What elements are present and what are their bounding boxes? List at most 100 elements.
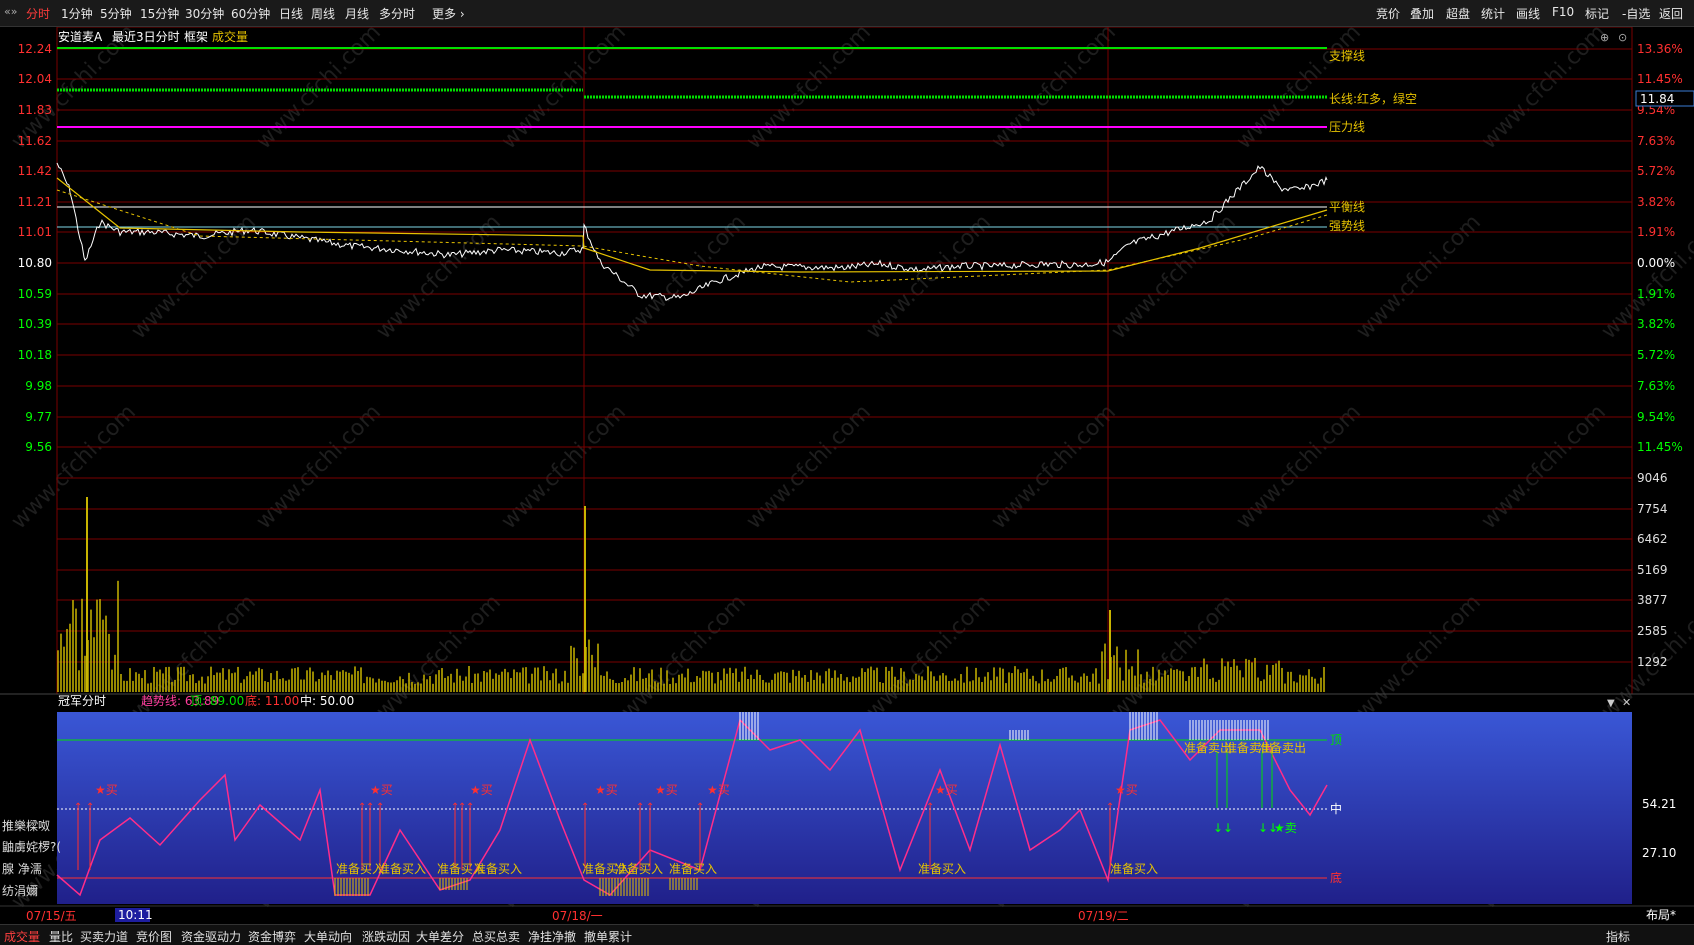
pct-tick: 9.54% bbox=[1637, 410, 1675, 424]
volume-tick: 6462 bbox=[1637, 532, 1668, 546]
settings-icon[interactable]: ⊙ bbox=[1618, 31, 1627, 44]
top-toolbar: «» 分时 1分钟 5分钟 15分钟 30分钟 60分钟 日线 周线 月线 多分时 更多 › 竞价叠… bbox=[0, 0, 1694, 27]
toolbar-button-3[interactable]: 统计 bbox=[1481, 5, 1505, 22]
buy-arrow-icon: ↑ bbox=[74, 802, 82, 813]
bottom-tab-3[interactable]: 竞价图 bbox=[136, 928, 172, 945]
time-label: 10:11 bbox=[118, 908, 153, 922]
period-tab-6[interactable]: 日线 bbox=[279, 5, 303, 22]
bottom-tab-0[interactable]: 成交量 bbox=[4, 928, 40, 945]
period-tab-3[interactable]: 15分钟 bbox=[140, 5, 179, 22]
toolbar-button-5[interactable]: F10 bbox=[1552, 5, 1574, 19]
pct-tick: 0.00% bbox=[1637, 256, 1675, 270]
price-tick: 11.62 bbox=[18, 134, 52, 148]
back-arrows-icon[interactable]: «» bbox=[4, 5, 20, 19]
period-tab-4[interactable]: 30分钟 bbox=[185, 5, 224, 22]
indicator-name: 冠军分时 bbox=[58, 694, 106, 708]
buy-signal-text: 准备买入 bbox=[378, 862, 426, 876]
toolbar-button-6[interactable]: 标记 bbox=[1585, 5, 1609, 22]
bottom-tab-8[interactable]: 大单差分 bbox=[416, 928, 464, 945]
sell-arrow-icon: ↓ bbox=[1223, 821, 1233, 835]
period-tab-10[interactable]: 更多 › bbox=[432, 5, 465, 22]
dropdown-icon[interactable]: ▼ bbox=[1607, 698, 1615, 709]
period-tab-5[interactable]: 60分钟 bbox=[231, 5, 270, 22]
period-tab-9[interactable]: 多分时 bbox=[379, 5, 415, 22]
toolbar-button-8[interactable]: 返回 bbox=[1659, 5, 1683, 22]
layout-button[interactable]: 布局* bbox=[1646, 908, 1676, 922]
price-tick: 9.56 bbox=[25, 440, 52, 454]
watermark-text: www.cfchi.com bbox=[987, 400, 1121, 534]
toolbar-button-7[interactable]: -自选 bbox=[1622, 5, 1650, 22]
price-tick: 11.83 bbox=[18, 103, 52, 117]
level-bottom: 底 bbox=[1330, 870, 1342, 885]
add-icon[interactable]: ⊕ bbox=[1600, 31, 1609, 44]
pct-tick: 1.91% bbox=[1637, 225, 1675, 239]
toolbar-button-0[interactable]: 竞价 bbox=[1376, 5, 1400, 22]
left-indicator-label: 腺 净濡 bbox=[2, 862, 42, 876]
buy-signal-text: 准备买入 bbox=[918, 862, 966, 876]
watermark-text: www.cfchi.com bbox=[1477, 400, 1611, 534]
pct-tick: 3.82% bbox=[1637, 317, 1675, 331]
buy-signal-text: 准备买入 bbox=[474, 862, 522, 876]
pct-tick: 5.72% bbox=[1637, 348, 1675, 362]
volume-label: 成交量 bbox=[212, 29, 248, 44]
stock-chart[interactable]: www.cfchi.com www.cfchi.com www.cfchi.com w… bbox=[0, 27, 1694, 924]
bottom-tab-7[interactable]: 涨跌动因 bbox=[362, 928, 410, 945]
buy-arrow-icon: ↑ bbox=[1106, 802, 1114, 813]
watermark-text: www.cfchi.com bbox=[252, 400, 386, 534]
price-tick: 12.24 bbox=[18, 42, 52, 56]
bottom-tab-5[interactable]: 资金博弈 bbox=[248, 928, 296, 945]
period-tab-0[interactable]: 分时 bbox=[26, 5, 50, 22]
period-tab-1[interactable]: 1分钟 bbox=[61, 5, 93, 22]
buy-arrow-icon: ↑ bbox=[646, 802, 654, 813]
left-indicator-label: 推樂樑呶 bbox=[2, 818, 50, 833]
indicator-area bbox=[57, 712, 1632, 904]
toolbar-button-1[interactable]: 叠加 bbox=[1410, 5, 1434, 22]
date-label: 07/18/一 bbox=[552, 909, 603, 923]
buy-mark: ★买 bbox=[595, 783, 618, 797]
pct-tick: 1.91% bbox=[1637, 287, 1675, 301]
volume-tick: 2585 bbox=[1637, 624, 1668, 638]
period-tab-8[interactable]: 月线 bbox=[345, 5, 369, 22]
volume-tick: 5169 bbox=[1637, 563, 1668, 577]
strong-label: 强势线 bbox=[1329, 219, 1365, 233]
indicator-tabs: 成交量 量比 买卖力道 竞价图 资金驱动力 资金博弈 大单动向 涨跌动因 大单差分 总买总卖 净挂净… bbox=[0, 924, 1694, 945]
period-tab-2[interactable]: 5分钟 bbox=[100, 5, 132, 22]
bottom-tab-4[interactable]: 资金驱动力 bbox=[181, 928, 241, 945]
buy-mark: ★买 bbox=[470, 783, 493, 797]
watermark-text: www.cfchi.com bbox=[372, 590, 506, 724]
bottom-tab-11[interactable]: 撤单累计 bbox=[584, 928, 632, 945]
buy-signal-text: 准备买入 bbox=[336, 862, 384, 876]
pct-tick: 7.63% bbox=[1637, 134, 1675, 148]
pct-tick: 13.36% bbox=[1637, 42, 1683, 56]
indicator-tick: 27.10 bbox=[1642, 846, 1676, 860]
watermark-text: www.cfchi.com bbox=[742, 27, 876, 154]
buy-signal-text: 准备买入 bbox=[669, 862, 717, 876]
buy-arrow-icon: ↑ bbox=[696, 802, 704, 813]
volume-tick: 3877 bbox=[1637, 593, 1668, 607]
pct-tick: 7.63% bbox=[1637, 379, 1675, 393]
buy-signal-text: 准备买入 bbox=[615, 862, 663, 876]
close-icon[interactable]: ✕ bbox=[1622, 696, 1631, 709]
toolbar-button-2[interactable]: 超盘 bbox=[1446, 5, 1470, 22]
period-tab-7[interactable]: 周线 bbox=[311, 5, 335, 22]
price-tick: 10.39 bbox=[18, 317, 52, 331]
bottom-tab-9[interactable]: 总买总卖 bbox=[472, 928, 520, 945]
buy-signal-text: 准备买入 bbox=[1110, 862, 1158, 876]
bottom-tab-2[interactable]: 买卖力道 bbox=[80, 928, 128, 945]
watermark-text: www.cfchi.com bbox=[1232, 400, 1366, 534]
left-indicator-label: 纺涓嬭 bbox=[2, 883, 38, 898]
indicator-menu-button[interactable]: 指标 bbox=[1606, 928, 1630, 945]
volume-tick: 9046 bbox=[1637, 471, 1668, 485]
stock-name: 安道麦A bbox=[58, 29, 103, 44]
bottom-tab-1[interactable]: 量比 bbox=[49, 928, 73, 945]
bottom-tab-10[interactable]: 净挂净撤 bbox=[528, 928, 576, 945]
price-tick: 9.77 bbox=[25, 410, 52, 424]
buy-arrow-icon: ↑ bbox=[376, 802, 384, 813]
price-tick: 10.18 bbox=[18, 348, 52, 362]
watermark-text: www.cfchi.com bbox=[1352, 590, 1486, 724]
toolbar-button-4[interactable]: 画线 bbox=[1516, 5, 1540, 22]
current-price: 11.84 bbox=[1640, 92, 1674, 106]
pct-tick: 11.45% bbox=[1637, 440, 1683, 454]
buy-mark: ★买 bbox=[707, 783, 730, 797]
bottom-tab-6[interactable]: 大单动向 bbox=[304, 928, 352, 945]
